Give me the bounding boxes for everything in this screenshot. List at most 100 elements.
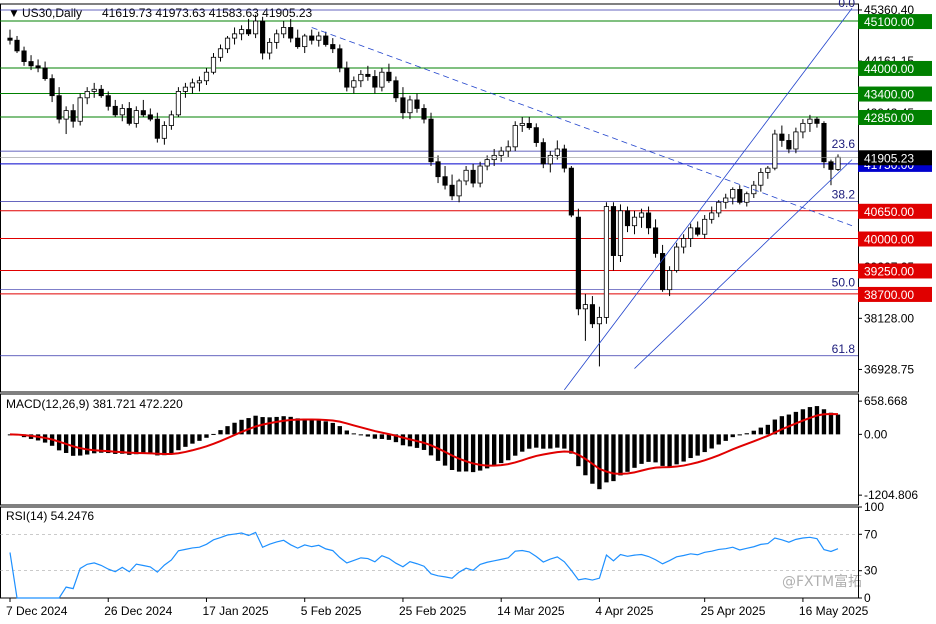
candle-body xyxy=(561,148,567,169)
macd-bar xyxy=(660,434,665,466)
candle-body xyxy=(484,159,490,167)
rsi-line xyxy=(9,531,839,599)
macd-bar xyxy=(442,434,448,466)
candle-body xyxy=(189,82,196,88)
candle-body xyxy=(645,212,652,229)
candle-body xyxy=(435,161,441,178)
candle-body xyxy=(14,39,20,52)
macd-bar xyxy=(716,434,721,445)
candle-body xyxy=(49,78,55,97)
candle-body xyxy=(161,125,167,139)
candle-body xyxy=(456,180,462,197)
candle-body xyxy=(295,37,301,48)
macd-bar xyxy=(583,434,588,476)
candle-body xyxy=(246,29,252,35)
macd-bar xyxy=(365,434,371,437)
candle-body xyxy=(603,206,610,318)
macd-bar xyxy=(639,434,644,464)
x-tick-label: 14 Mar 2025 xyxy=(497,604,565,618)
macd-bar xyxy=(527,434,532,449)
macd-bar xyxy=(176,434,181,451)
current-price-label: 41905.23 xyxy=(864,151,914,165)
macd-bar xyxy=(674,434,679,465)
candle-body xyxy=(351,80,357,88)
collapse-arrow-icon[interactable]: ▼ xyxy=(8,6,20,20)
candle-body xyxy=(533,127,539,143)
candle-body xyxy=(126,108,132,124)
candle-body xyxy=(316,35,322,41)
rsi-label: RSI(14) 54.2476 xyxy=(6,509,94,523)
candle-body xyxy=(624,210,631,227)
macd-bar xyxy=(828,412,834,435)
macd-tick-label: 658.668 xyxy=(864,394,908,408)
candle-body xyxy=(505,146,511,152)
candle-body xyxy=(386,71,392,82)
candle-body xyxy=(98,88,104,97)
macd-bar xyxy=(702,434,707,453)
candle-body xyxy=(267,41,273,54)
candle-body xyxy=(596,316,602,325)
macd-bar xyxy=(323,421,328,435)
candle-body xyxy=(337,48,343,69)
macd-bar xyxy=(372,434,378,439)
candle-body xyxy=(737,189,743,203)
macd-bar xyxy=(337,426,342,435)
candle-body xyxy=(814,118,820,124)
candle-body xyxy=(147,114,153,120)
macd-bar xyxy=(120,434,125,454)
channel-upper-line xyxy=(564,8,853,391)
candle-body xyxy=(140,110,146,116)
macd-bar xyxy=(534,434,539,448)
macd-bar xyxy=(709,434,714,449)
macd-bar xyxy=(351,433,357,435)
macd-bar xyxy=(814,406,820,435)
candle-body xyxy=(84,91,90,99)
macd-bar xyxy=(597,434,602,490)
candle-body xyxy=(260,20,266,54)
macd-bar xyxy=(211,433,216,435)
candle-body xyxy=(231,33,238,39)
candle-body xyxy=(519,122,525,126)
main-panel-frame xyxy=(0,3,859,393)
candle-body xyxy=(7,37,13,41)
symbol-timeframe: US30,Daily xyxy=(22,6,82,20)
macd-bar xyxy=(576,434,581,467)
candle-body xyxy=(744,193,750,203)
macd-bar xyxy=(786,414,792,435)
macd-bar xyxy=(141,434,146,454)
level-price-label: 39250.00 xyxy=(864,264,914,278)
candle-body xyxy=(21,50,27,62)
ohlc-values: 41619.73 41973.63 41583.63 41905.23 xyxy=(102,6,313,20)
macd-bar xyxy=(590,434,595,484)
candle-body xyxy=(63,110,69,120)
candle-body xyxy=(477,165,483,184)
rsi-tick-label: 70 xyxy=(864,527,878,541)
macd-bar xyxy=(758,427,763,435)
macd-bar xyxy=(463,434,469,472)
macd-bar xyxy=(618,434,623,476)
macd-bar xyxy=(541,434,546,449)
macd-bar xyxy=(723,434,728,441)
candle-body xyxy=(358,73,364,82)
candle-body xyxy=(821,122,827,163)
macd-bar xyxy=(604,434,609,483)
candle-body xyxy=(540,142,546,165)
macd-bar xyxy=(625,434,630,472)
fib-label: 38.2 xyxy=(832,187,856,201)
candle-body xyxy=(638,212,645,218)
candle-body xyxy=(323,35,329,45)
candle-body xyxy=(589,304,595,325)
macd-bar xyxy=(555,434,560,448)
candle-body xyxy=(526,122,532,129)
macd-bar xyxy=(190,434,195,444)
macd-bar xyxy=(204,434,209,438)
macd-bar xyxy=(232,422,237,435)
candle-body xyxy=(828,161,834,170)
candle-body xyxy=(400,97,406,114)
level-price-label: 40650.00 xyxy=(864,205,914,219)
candle-body xyxy=(709,212,715,220)
macd-bar xyxy=(646,434,651,462)
candle-body xyxy=(70,110,76,122)
candle-body xyxy=(302,35,308,48)
macd-bar xyxy=(499,434,504,464)
